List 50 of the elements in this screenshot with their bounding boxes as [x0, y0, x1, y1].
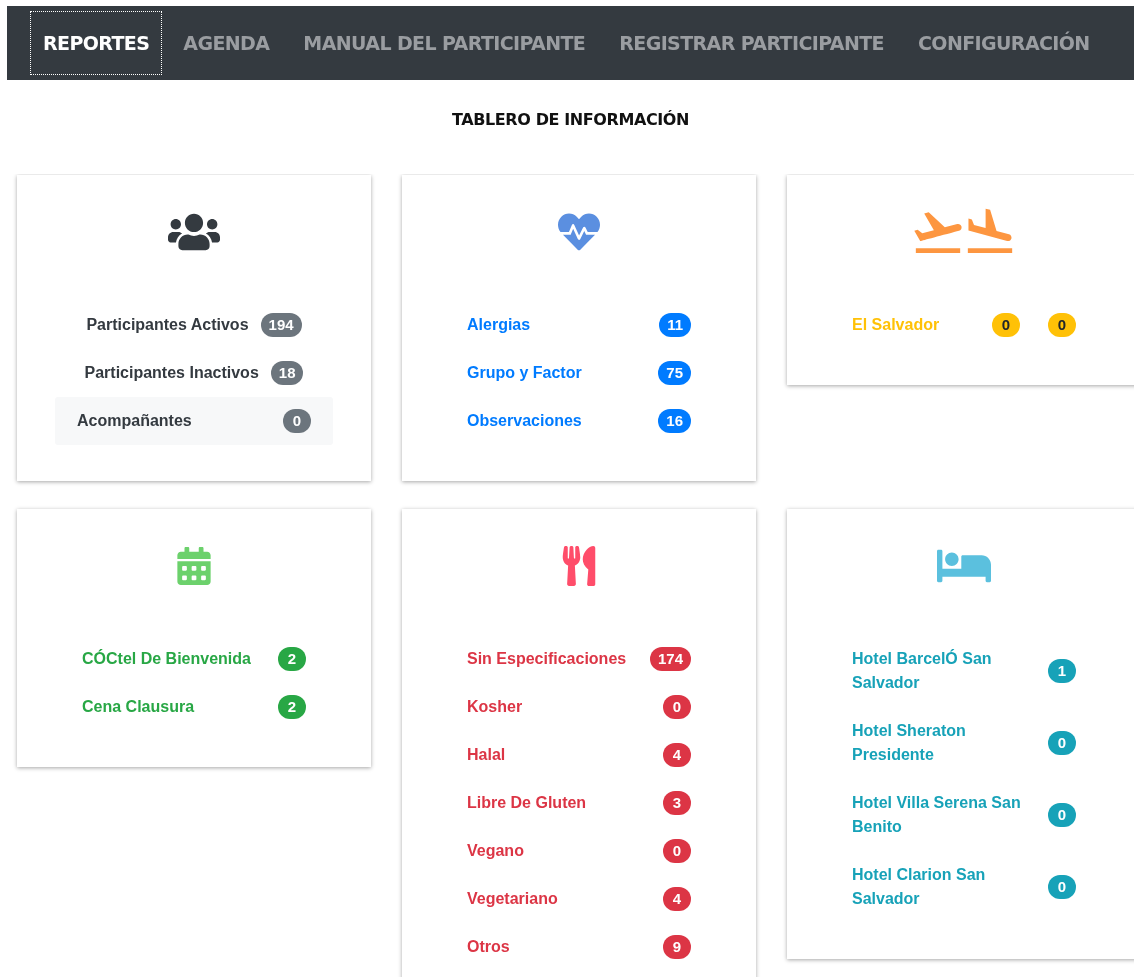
- count-badge: 2: [278, 647, 306, 671]
- count-badge: 11: [659, 313, 691, 337]
- stat-label: Hotel Villa Serena San Benito: [852, 793, 1022, 837]
- stat-label: Grupo y Factor: [467, 363, 582, 383]
- stat-label: Observaciones: [467, 411, 582, 431]
- stat-label: Kosher: [467, 697, 523, 717]
- stat-label: Cena Clausura: [82, 697, 195, 717]
- count-badge: 0: [1048, 731, 1076, 755]
- nav-tab[interactable]: REPORTES: [30, 11, 163, 75]
- count-badge: 0: [663, 695, 691, 719]
- count-badge: 1: [1048, 659, 1076, 683]
- count-badge: 0: [663, 839, 691, 863]
- stat-label: Otros: [467, 937, 510, 957]
- count-badge: 194: [260, 313, 302, 337]
- count-badge: 4: [663, 743, 691, 767]
- count-badge: 4: [663, 887, 691, 911]
- stat-label: Halal: [467, 745, 506, 765]
- stat-label: Hotel BarcelÓ San Salvador: [852, 648, 993, 693]
- count-badge: 0: [1048, 313, 1076, 337]
- stat-label: Acompañantes: [77, 411, 192, 431]
- count-badge: 75: [658, 361, 691, 385]
- stat-label: CÓCtel De Bienvenida: [82, 648, 251, 669]
- count-badge: 3: [663, 791, 691, 815]
- calendar-icon: [175, 547, 213, 585]
- count-badge: 16: [658, 409, 691, 433]
- count-badge: 0: [992, 313, 1020, 337]
- stat-label: Hotel Clarion San Salvador: [852, 865, 987, 909]
- count-badge: 0: [283, 409, 311, 433]
- highlighted-row[interactable]: Acompañantes 0: [55, 397, 333, 445]
- stat-label: Participantes Activos: [86, 315, 249, 335]
- page-title: TABLERO DE INFORMACIÓN: [450, 110, 690, 129]
- stat-label: Vegetariano: [467, 889, 558, 909]
- stat-label: Vegano: [467, 841, 524, 861]
- stat-label: El Salvador: [852, 315, 940, 335]
- nav-tab[interactable]: AGENDA: [170, 11, 283, 75]
- stat-label: Libre De Gluten: [467, 793, 587, 813]
- heartbeat-icon: [558, 211, 600, 253]
- stat-label: Participantes Inactivos: [84, 363, 259, 383]
- count-badge: 9: [663, 935, 691, 959]
- count-badge: 0: [1048, 875, 1076, 899]
- nav-tab[interactable]: MANUAL DEL PARTICIPANTE: [290, 11, 599, 75]
- nav-tab[interactable]: REGISTRAR PARTICIPANTE: [606, 11, 897, 75]
- count-badge: 0: [1048, 803, 1076, 827]
- stat-label: Hotel Sheraton Presidente: [852, 721, 967, 765]
- nav-tab[interactable]: CONFIGURACIÓN: [905, 11, 1103, 75]
- stat-label: Sin Especificaciones: [467, 649, 627, 669]
- count-badge: 174: [649, 647, 691, 671]
- count-badge: 2: [278, 695, 306, 719]
- count-badge: 18: [270, 361, 304, 385]
- stat-label: Alergias: [467, 315, 531, 335]
